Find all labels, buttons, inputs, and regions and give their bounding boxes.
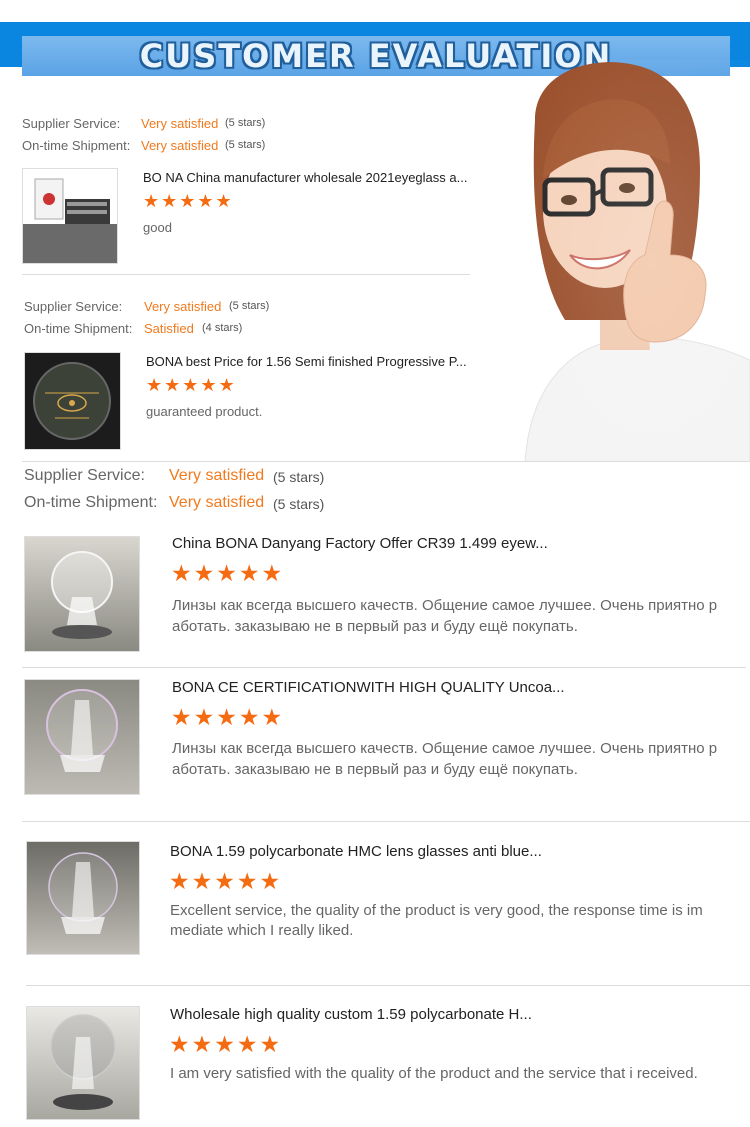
shipment-label: On-time Shipment:	[24, 494, 158, 511]
supplier-service-label: Supplier Service:	[24, 467, 145, 484]
shipment-stars: (5 stars)	[273, 496, 325, 512]
supplier-service-stars: (5 stars)	[225, 117, 266, 129]
product-thumbnail[interactable]	[24, 352, 121, 450]
rating-stars: ★★★★★	[171, 704, 285, 730]
review-comment: Линзы как всегда высшего качеств. Общени…	[172, 738, 717, 780]
review-2-shipment-row: On-time Shipment: Satisfied (4 stars)	[24, 321, 242, 336]
product-title[interactable]: BONA best Price for 1.56 Semi finished P…	[146, 354, 467, 369]
product-thumbnail[interactable]	[26, 841, 140, 955]
supplier-service-label: Supplier Service:	[22, 116, 121, 131]
supplier-service-stars: (5 stars)	[229, 300, 270, 312]
supplier-service-value: Very satisfied	[144, 299, 222, 314]
product-title[interactable]: BONA CE CERTIFICATIONWITH HIGH QUALITY U…	[172, 679, 565, 696]
review-3-shipment-row: On-time Shipment: Very satisfied (5 star…	[24, 494, 324, 512]
rating-stars: ★★★★★	[169, 868, 283, 894]
progressive-lens-image	[33, 362, 111, 440]
review-comment: I am very satisfied with the quality of …	[170, 1064, 698, 1084]
rating-stars: ★★★★★	[146, 375, 237, 395]
lens-on-stand-image	[48, 852, 118, 934]
review-comment-line: аботать. заказываю не в первый раз и буд…	[172, 761, 578, 778]
review-3-supplier-row: Supplier Service: Very satisfied (5 star…	[24, 467, 324, 485]
review-comment: Excellent service, the quality of the pr…	[170, 901, 703, 941]
shipment-value: Very satisfied	[141, 138, 219, 153]
model-thumbs-up-image	[505, 60, 750, 462]
rating-stars: ★★★★★	[171, 560, 285, 586]
review-comment: Линзы как всегда высшего качеств. Общени…	[172, 595, 717, 637]
divider	[22, 461, 750, 462]
review-comment: guaranteed product.	[146, 404, 263, 419]
shipment-value: Satisfied	[144, 321, 194, 336]
lens-on-stand-image	[51, 551, 113, 639]
divider	[22, 821, 750, 822]
review-comment-line: Линзы как всегда высшего качеств. Общени…	[172, 597, 718, 614]
divider	[22, 667, 746, 668]
product-thumbnail[interactable]	[24, 536, 140, 652]
shipment-label: On-time Shipment:	[24, 321, 133, 336]
product-thumbnail[interactable]	[22, 168, 118, 264]
lens-on-stand-image	[50, 1014, 116, 1110]
review-1-supplier-row: Supplier Service: Very satisfied (5 star…	[22, 116, 265, 131]
product-title[interactable]: BO NA China manufacturer wholesale 2021e…	[143, 170, 467, 185]
rating-stars: ★★★★★	[143, 191, 234, 211]
shipment-stars: (4 stars)	[202, 322, 243, 334]
shipment-value: Very satisfied	[169, 494, 265, 511]
rating-stars: ★★★★★	[169, 1031, 283, 1057]
product-title[interactable]: Wholesale high quality custom 1.59 polyc…	[170, 1006, 532, 1023]
supplier-service-stars: (5 stars)	[273, 469, 325, 485]
shipment-stars: (5 stars)	[225, 139, 266, 151]
supplier-service-value: Very satisfied	[169, 467, 265, 484]
review-comment-line: Линзы как всегда высшего качеств. Общени…	[172, 740, 718, 757]
product-thumbnail[interactable]	[24, 679, 140, 795]
review-1-shipment-row: On-time Shipment: Very satisfied (5 star…	[22, 138, 265, 153]
shipment-label: On-time Shipment:	[22, 138, 131, 153]
divider	[22, 274, 470, 275]
lens-cloth-package-image	[23, 178, 117, 263]
lens-on-stand-image	[46, 689, 118, 772]
review-comment-line: mediate which I really liked.	[170, 922, 354, 939]
review-comment-line: I am very satisfied with the quality of …	[170, 1065, 698, 1082]
supplier-service-label: Supplier Service:	[24, 299, 123, 314]
product-title[interactable]: BONA 1.59 polycarbonate HMC lens glasses…	[170, 843, 542, 860]
review-comment: good	[143, 220, 172, 235]
product-title[interactable]: China BONA Danyang Factory Offer CR39 1.…	[172, 535, 548, 552]
review-2-supplier-row: Supplier Service: Very satisfied (5 star…	[24, 299, 269, 314]
review-comment-line: аботать. заказываю не в первый раз и буд…	[172, 618, 578, 635]
product-thumbnail[interactable]	[26, 1006, 140, 1120]
review-comment-line: Excellent service, the quality of the pr…	[170, 902, 703, 919]
divider	[26, 985, 750, 986]
supplier-service-value: Very satisfied	[141, 116, 219, 131]
